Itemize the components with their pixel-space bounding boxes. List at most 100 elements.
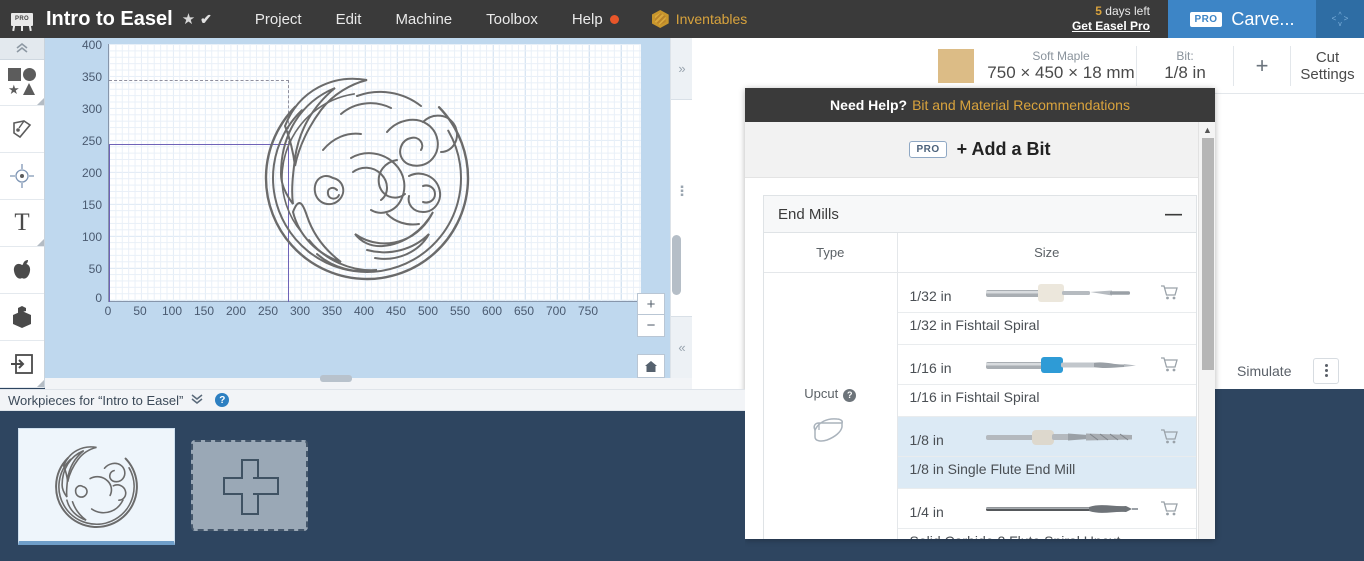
menu-item-help[interactable]: Help (555, 11, 636, 28)
sidebar-item-apps[interactable] (0, 247, 44, 295)
menu-item-edit[interactable]: Edit (319, 11, 379, 28)
apple-icon (13, 260, 31, 279)
trial-days-label: days left (1105, 4, 1150, 18)
x-tick-350: 350 (321, 304, 343, 318)
collapse-left-panel-button[interactable]: « (671, 316, 693, 378)
workpiece-thumbnail[interactable] (18, 428, 175, 545)
plus-icon (222, 458, 279, 515)
square-shape-icon (8, 68, 21, 82)
sidebar-item-text[interactable]: T (0, 200, 44, 248)
menu-item-machine[interactable]: Machine (378, 11, 469, 28)
workpieces-header: Workpieces for “Intro to Easel” ? (0, 389, 745, 411)
sidebar-item-draw[interactable] (0, 106, 44, 154)
fullscreen-button[interactable]: ^ < > v (1316, 0, 1364, 38)
y-tick-400: 400 (81, 38, 102, 52)
horizontal-splitter-handle[interactable] (320, 375, 352, 382)
rail-collapse-button[interactable] (0, 38, 44, 60)
menu-item-project[interactable]: Project (238, 11, 319, 28)
upcut-help-icon[interactable]: ? (843, 388, 857, 402)
more-options-button[interactable] (1313, 357, 1340, 384)
zoom-out-button[interactable]: − (637, 315, 665, 337)
triangle-shape-icon (23, 83, 35, 96)
shopping-cart-icon (1161, 285, 1178, 300)
design-canvas[interactable]: 400 350 300 250 200 150 100 50 0 0 50 10… (45, 38, 670, 378)
bit-picker-modal: Need Help? Bit and Material Recommendati… (745, 88, 1215, 539)
star-shape-icon: ★ (8, 82, 20, 98)
carve-button[interactable]: PRO Carve... (1168, 0, 1316, 38)
bit-size-cell: 1/8 in (897, 416, 1196, 457)
bit-size-label: 1/32 in (909, 288, 952, 304)
modal-scrollbar[interactable]: ▲ ▼ (1198, 122, 1215, 539)
bit-name-cell: Solid Carbide 2 Flute Spiral Upcut (897, 528, 1196, 539)
easel-leg-center (21, 24, 23, 31)
table-row[interactable]: Upcut? 1/32 in (764, 272, 1196, 539)
panel-splitter-column: » ▪ ▪ ▪ « (670, 38, 693, 378)
center-point-icon (10, 164, 34, 189)
bit-value: 1/8 in (1164, 62, 1206, 82)
expand-right-panel-button[interactable]: » (671, 38, 693, 100)
inventables-link[interactable]: Inventables (651, 10, 747, 28)
bit-info[interactable]: Bit: 1/8 in (1137, 49, 1233, 83)
simulate-button[interactable]: Simulate (1225, 363, 1303, 379)
upcut-label-wrap: Upcut? (764, 386, 897, 402)
trial-status: 5 days left Get Easel Pro (1072, 4, 1150, 34)
shopping-cart-icon (1161, 429, 1178, 444)
cart-icon[interactable] (1161, 429, 1178, 448)
cart-icon[interactable] (1161, 501, 1178, 520)
x-tick-300: 300 (289, 304, 311, 318)
svg-text:v: v (1338, 21, 1342, 28)
bit-image-2 (985, 357, 1136, 373)
zoom-controls: + − (637, 293, 665, 378)
cart-icon[interactable] (1161, 285, 1178, 304)
material-info[interactable]: Soft Maple 750 × 450 × 18 mm (986, 49, 1136, 83)
material-swatch[interactable] (938, 48, 974, 83)
x-tick-700: 700 (545, 304, 567, 318)
easel-leg-left (12, 21, 16, 32)
cart-icon[interactable] (1161, 357, 1178, 376)
canvas-vertical-scrollbar[interactable] (672, 235, 681, 295)
splitter-drag-handle[interactable]: ▪ ▪ ▪ (671, 183, 693, 201)
sidebar-item-objects[interactable] (0, 294, 44, 342)
bit-material-recommendations-link[interactable]: Bit and Material Recommendations (912, 97, 1130, 113)
add-workpiece-button[interactable] (191, 440, 308, 531)
kebab-dot-3 (1324, 374, 1328, 377)
modal-scrollbar-thumb[interactable] (1202, 138, 1214, 370)
bit-size-label: 1/8 in (909, 432, 944, 448)
cut-settings-button[interactable]: Cut Settings (1291, 49, 1364, 83)
import-icon (11, 354, 33, 374)
x-tick-150: 150 (193, 304, 215, 318)
x-tick-500: 500 (417, 304, 439, 318)
design-artwork[interactable] (237, 54, 497, 304)
easel-logo[interactable]: PRO (0, 0, 44, 38)
need-help-label: Need Help? (830, 97, 908, 113)
svg-text:^: ^ (1338, 12, 1342, 19)
add-bit-plus-button[interactable]: + (1234, 53, 1290, 79)
canvas-plot-area[interactable] (108, 44, 641, 302)
x-tick-250: 250 (257, 304, 279, 318)
get-easel-pro-link[interactable]: Get Easel Pro (1072, 19, 1150, 33)
scroll-up-arrow-icon[interactable]: ▲ (1199, 122, 1215, 137)
workpieces-help-icon[interactable]: ? (215, 393, 230, 407)
add-a-bit-button[interactable]: + Add a Bit (957, 139, 1051, 160)
collapse-card-button[interactable]: — (1165, 205, 1182, 222)
material-dimensions: 750 × 450 × 18 mm (987, 62, 1135, 82)
add-a-bit-row[interactable]: PRO + Add a Bit (745, 122, 1215, 178)
x-tick-450: 450 (385, 304, 407, 318)
chevron-down-double-icon[interactable] (190, 393, 204, 407)
zoom-in-button[interactable]: + (637, 293, 665, 315)
zoom-home-button[interactable] (637, 354, 665, 378)
end-mills-card-header[interactable]: End Mills — (764, 196, 1196, 233)
favorite-star-icon[interactable]: ★ (182, 10, 195, 28)
y-tick-50: 50 (88, 262, 102, 276)
sidebar-item-shapes[interactable]: ★ (0, 60, 44, 107)
sidebar-item-center-point[interactable] (0, 153, 44, 201)
main-menu: Project Edit Machine Toolbox Help Invent… (238, 10, 747, 28)
x-tick-650: 650 (513, 304, 535, 318)
upcut-spiral-icon (813, 417, 844, 442)
bit-size-label: 1/16 in (909, 360, 952, 376)
help-notification-dot-icon (609, 15, 619, 25)
menu-item-toolbox[interactable]: Toolbox (469, 11, 555, 28)
easel-app: PRO Intro to Easel ★ ✔ Project Edit Mach… (0, 0, 1364, 561)
saved-check-icon: ✔ (200, 10, 212, 27)
sidebar-item-import[interactable] (0, 341, 44, 388)
